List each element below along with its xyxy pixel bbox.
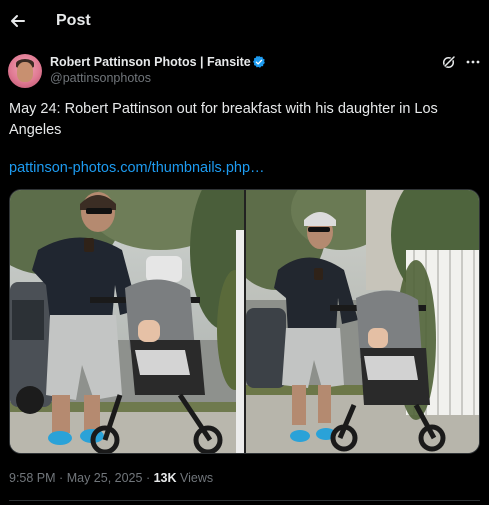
author-name[interactable]: Robert Pattinson Photos | Fansite: [50, 55, 251, 69]
photo-right[interactable]: [246, 190, 480, 454]
divider: [9, 500, 480, 501]
views-label: Views: [180, 471, 214, 485]
meta-separator: ·: [59, 471, 64, 485]
top-bar: Post: [0, 0, 489, 44]
post-text: May 24: Robert Pattinson out for breakfa…: [9, 101, 438, 138]
post-time[interactable]: 9:58 PM: [9, 471, 56, 485]
arrow-left-icon[interactable]: [8, 9, 28, 33]
author-handle[interactable]: @pattinsonphotos: [50, 71, 151, 85]
media-grid: [9, 189, 480, 454]
post-link[interactable]: pattinson-photos.com/thumbnails.php…: [9, 160, 265, 176]
grok-icon[interactable]: [442, 55, 456, 69]
more-options-icon[interactable]: [466, 59, 480, 65]
meta-separator: ·: [145, 471, 151, 485]
post-date[interactable]: May 25, 2025: [67, 471, 143, 485]
verified-badge-icon: [252, 55, 265, 68]
avatar[interactable]: [8, 54, 42, 88]
photo-left[interactable]: [10, 190, 244, 454]
views-count: 13K: [153, 471, 177, 485]
page-title: Post: [56, 12, 91, 29]
post-page: Post Robert Pattinson Photos | Fansite @…: [0, 0, 489, 505]
post-meta: 9:58 PM · May 25, 2025 · 13K Views: [9, 471, 213, 485]
